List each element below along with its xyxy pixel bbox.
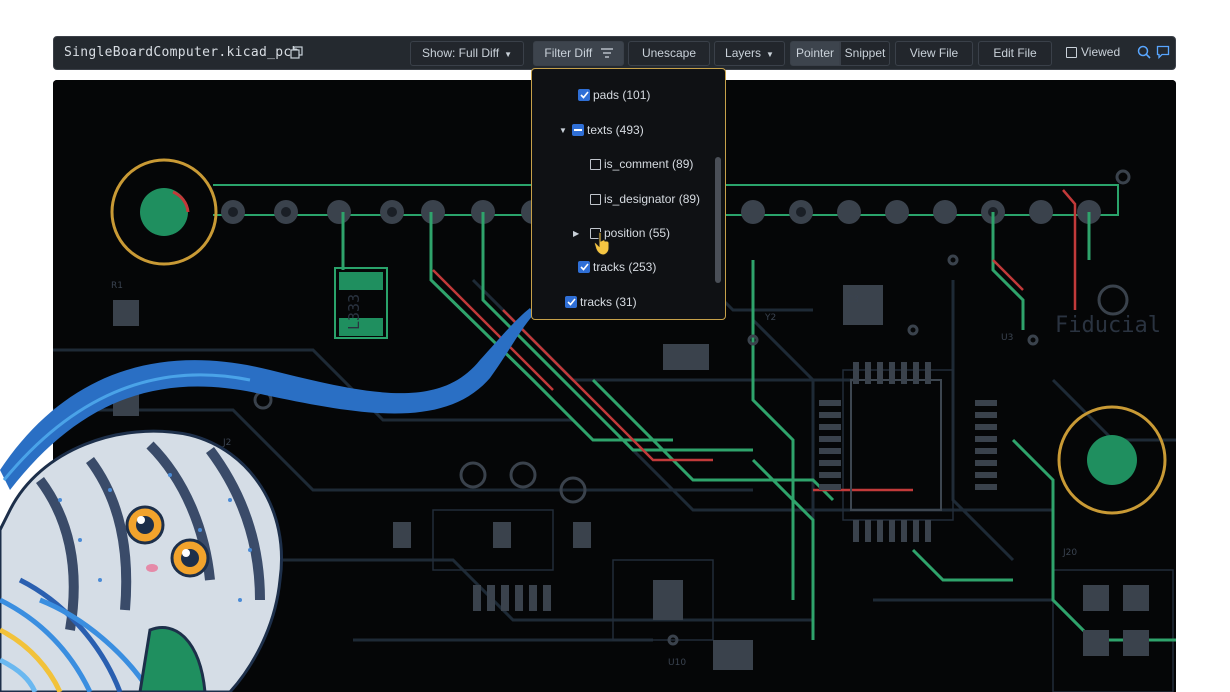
- chevron-down-icon: ▼: [766, 50, 774, 59]
- view-file-button[interactable]: View File: [895, 41, 973, 66]
- caret-down-icon[interactable]: ▼: [559, 126, 569, 135]
- filter-item-is-comment[interactable]: is_comment (89): [590, 157, 693, 171]
- filter-diff-menu: pads (101) ▼ texts (493) is_comment (89)…: [531, 68, 726, 320]
- silk-fiducial: Fiducial: [1055, 313, 1161, 338]
- snippet-toggle[interactable]: Snippet: [840, 41, 890, 66]
- filter-item-label: texts (493): [587, 123, 644, 137]
- search-icon[interactable]: [1137, 45, 1151, 64]
- menu-scrollbar[interactable]: [715, 157, 721, 283]
- filter-item-tracks[interactable]: tracks (31): [565, 295, 637, 309]
- checkbox-icon: [590, 193, 601, 205]
- checkbox-icon: [590, 158, 601, 170]
- filter-diff-label: Filter Diff: [544, 46, 593, 60]
- unescape-label: Unescape: [641, 46, 697, 60]
- snippet-label: Snippet: [844, 46, 886, 60]
- checkbox-checked-icon: [578, 89, 590, 101]
- view-file-label: View File: [909, 46, 959, 60]
- edit-file-label: Edit File: [993, 46, 1037, 60]
- pointer-label: Pointer: [795, 46, 835, 60]
- filter-item-tracks-nested[interactable]: tracks (253): [578, 260, 656, 274]
- viewed-checkbox[interactable]: Viewed: [1066, 45, 1120, 59]
- caret-right-icon[interactable]: ▶: [573, 229, 583, 238]
- comment-icon[interactable]: [1156, 45, 1170, 64]
- filter-item-position[interactable]: ▶ position (55): [573, 226, 670, 240]
- filter-item-label: tracks (31): [580, 295, 637, 309]
- filter-item-is-designator[interactable]: is_designator (89): [590, 192, 700, 206]
- filter-item-label: pads (101): [593, 88, 651, 102]
- layers-dropdown[interactable]: Layers ▼: [714, 41, 785, 66]
- filter-item-label: tracks (253): [593, 260, 657, 274]
- filter-item-pads[interactable]: pads (101): [578, 88, 650, 102]
- designator-y2: Y2: [764, 313, 776, 323]
- hand-pointer-cursor-icon: [594, 232, 610, 256]
- checkbox-mixed-icon: [572, 124, 584, 136]
- mascot-illustration: [0, 308, 534, 692]
- designator-j20: J20: [1062, 548, 1077, 558]
- unescape-button[interactable]: Unescape: [628, 41, 710, 66]
- chevron-down-icon: ▼: [504, 50, 513, 59]
- edit-file-button[interactable]: Edit File: [978, 41, 1052, 66]
- designator-r1: R1: [111, 281, 123, 291]
- filter-item-label: is_comment (89): [604, 157, 694, 171]
- checkbox-checked-icon: [578, 261, 590, 273]
- pointer-toggle[interactable]: Pointer: [790, 41, 840, 66]
- designator-u10: U10: [668, 658, 686, 668]
- filter-icon: [600, 48, 613, 58]
- layers-label: Layers: [725, 46, 762, 60]
- show-diff-label: Show: Full Diff: [421, 46, 500, 60]
- filter-item-label: is_designator (89): [604, 192, 701, 206]
- viewed-label: Viewed: [1081, 45, 1121, 59]
- designator-c3: C3: [847, 295, 859, 305]
- show-diff-dropdown[interactable]: Show: Full Diff ▼: [410, 41, 524, 66]
- designator-u3: U3: [1001, 333, 1013, 343]
- file-header-toolbar: SingleBoardComputer.kicad_pcb Show: Full…: [53, 36, 1176, 70]
- checkbox-icon: [1066, 46, 1077, 58]
- filter-item-texts[interactable]: ▼ texts (493): [559, 123, 644, 137]
- file-name: SingleBoardComputer.kicad_pcb: [64, 45, 300, 60]
- filter-item-label: position (55): [604, 226, 671, 240]
- copy-icon[interactable]: [290, 46, 303, 64]
- checkbox-checked-icon: [565, 296, 577, 308]
- filter-diff-button[interactable]: Filter Diff: [533, 41, 624, 66]
